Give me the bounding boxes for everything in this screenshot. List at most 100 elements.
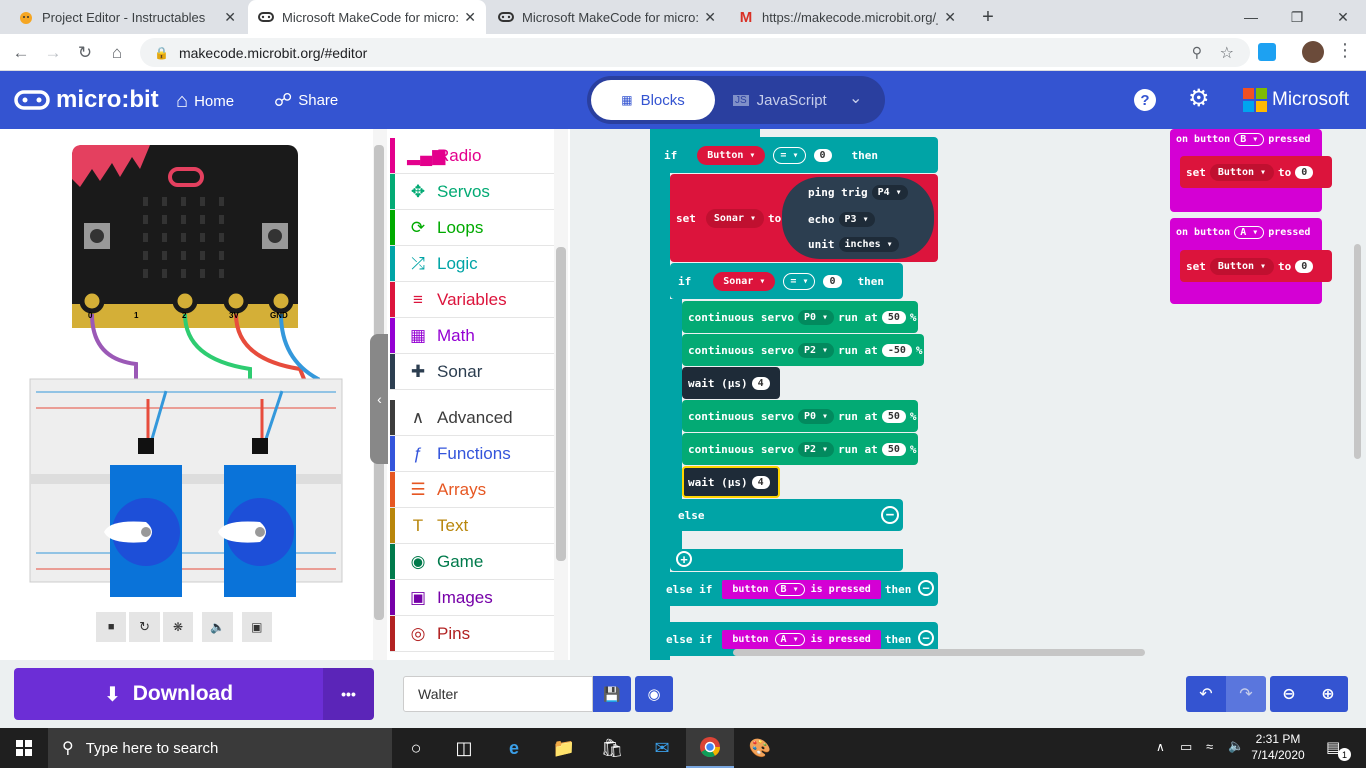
close-tab-icon[interactable]: ✕ [944, 9, 956, 26]
unit-dropdown[interactable]: inches ▾ [838, 237, 899, 252]
button-dropdown[interactable]: A ▾ [774, 632, 805, 646]
browser-tab-gmail[interactable]: M https://makecode.microbit.org/_l ✕ [728, 0, 966, 34]
gear-icon[interactable]: ⚙ [1188, 84, 1210, 113]
toolbox-category-advanced[interactable]: ∧ Advanced [390, 400, 554, 436]
button-dropdown[interactable]: A ▾ [1234, 226, 1265, 239]
remove-else-if-icon[interactable]: − [918, 630, 934, 646]
servo-pin-dropdown[interactable]: P0 ▾ [797, 309, 835, 325]
cortana-icon[interactable]: ○ [392, 728, 440, 768]
number-input[interactable]: 0 [813, 148, 832, 162]
back-icon[interactable]: ← [8, 40, 34, 66]
home-icon[interactable]: ⌂ [104, 40, 130, 66]
servo-pin-dropdown[interactable]: P2 ▾ [797, 441, 835, 457]
profile-avatar[interactable] [1302, 41, 1324, 63]
chevron-down-icon[interactable]: ⌄ [849, 88, 862, 108]
home-button[interactable]: ⌂ Home [176, 90, 234, 113]
minimize-icon[interactable]: — [1228, 0, 1274, 34]
zoom-out-icon[interactable]: ⊖ [1270, 676, 1308, 712]
store-icon[interactable]: 🛍 [588, 728, 636, 768]
share-button[interactable]: ☍ Share [274, 90, 338, 111]
system-clock[interactable]: 2:31 PM 7/14/2020 [1246, 731, 1310, 763]
remove-else-if-icon[interactable]: − [918, 580, 934, 596]
browser-tab-makecode[interactable]: Microsoft MakeCode for micro:bi ✕ [488, 0, 726, 34]
close-window-icon[interactable]: ✕ [1320, 0, 1366, 34]
pin-dropdown[interactable]: P3 ▾ [838, 212, 875, 227]
toolbox-category-radio[interactable]: ▂▄▆ Radio [390, 138, 554, 174]
reload-icon[interactable]: ↻ [72, 40, 98, 66]
add-else-icon[interactable]: + [676, 551, 692, 567]
toolbox-category-loops[interactable]: ⟳ Loops [390, 210, 554, 246]
sonar-ping-block[interactable]: ping trig P4 ▾ echo P3 ▾ unit inches ▾ [782, 177, 934, 259]
button-dropdown[interactable]: B ▾ [1234, 133, 1265, 146]
speed-input[interactable]: 50 [881, 409, 906, 423]
continuous-servo-block[interactable]: continuous servo P0 ▾ run at 50 % [682, 400, 918, 432]
operator-dropdown[interactable]: = ▾ [783, 272, 816, 290]
toolbox-category-text[interactable]: T Text [390, 508, 554, 544]
toolbox-scrollbar-thumb[interactable] [556, 247, 566, 561]
download-button[interactable]: ⬇ Download [14, 668, 323, 720]
pin-dropdown[interactable]: P4 ▾ [871, 185, 908, 200]
volume-icon[interactable]: 🔈 [202, 612, 233, 642]
file-explorer-icon[interactable]: 📁 [540, 728, 588, 768]
toolbox-category-servos[interactable]: ✥ Servos [390, 174, 554, 210]
vertical-scrollbar[interactable] [1354, 244, 1361, 459]
debug-icon[interactable]: ❋ [162, 612, 194, 642]
project-name-input[interactable]: Walter [403, 676, 593, 712]
close-tab-icon[interactable]: ✕ [704, 9, 716, 26]
toolbox-category-game[interactable]: ◉ Game [390, 544, 554, 580]
browser-menu-icon[interactable]: ⋮ [1336, 40, 1354, 61]
speed-input[interactable]: -50 [881, 343, 912, 357]
volume-tray-icon[interactable]: 🔈 [1228, 738, 1244, 754]
maximize-icon[interactable]: ❐ [1274, 0, 1320, 34]
zoom-in-icon[interactable]: ⊕ [1308, 676, 1348, 712]
toolbox-category-pins[interactable]: ◎ Pins [390, 616, 554, 652]
wait-block-selected[interactable]: wait (µs) 4 [682, 466, 780, 498]
help-icon[interactable]: ? [1134, 89, 1156, 111]
button-pressed-block[interactable]: button A ▾ is pressed [722, 629, 881, 649]
redo-icon[interactable]: ↷ [1226, 676, 1266, 712]
close-tab-icon[interactable]: ✕ [224, 9, 236, 26]
horizontal-scrollbar[interactable] [733, 649, 1145, 656]
undo-icon[interactable]: ↶ [1186, 676, 1226, 712]
wait-input[interactable]: 4 [751, 475, 770, 489]
toolbox-category-arrays[interactable]: ☰ Arrays [390, 472, 554, 508]
windows-start-icon[interactable] [0, 728, 48, 768]
browser-tab-makecode-active[interactable]: Microsoft MakeCode for micro:bi ✕ [248, 0, 486, 34]
microsoft-logo[interactable]: Microsoft [1243, 88, 1349, 112]
chrome-icon[interactable] [686, 728, 734, 768]
if-block-sonar[interactable]: if Sonar ▾ = ▾ 0 then [670, 263, 903, 299]
servo-pin-dropdown[interactable]: P2 ▾ [797, 342, 835, 358]
restart-icon[interactable]: ↻ [129, 612, 160, 642]
microbit-logo[interactable]: micro:bit [14, 86, 159, 114]
show-hidden-icons[interactable]: ∧ [1156, 740, 1165, 754]
download-more-button[interactable]: ••• [323, 668, 374, 720]
bookmark-star-icon[interactable]: ☆ [1220, 43, 1234, 63]
wifi-icon[interactable]: ≈ [1206, 739, 1213, 754]
if-block-button[interactable]: if Button ▾ = ▾ 0 then [658, 137, 938, 173]
variable-dropdown[interactable]: Sonar ▾ [713, 271, 776, 291]
continuous-servo-block[interactable]: continuous servo P0 ▾ run at 50 % [682, 301, 918, 333]
button-dropdown[interactable]: B ▾ [774, 582, 805, 596]
wait-input[interactable]: 4 [751, 376, 770, 390]
browser-tab-instructables[interactable]: Project Editor - Instructables ✕ [8, 0, 246, 34]
new-tab-button[interactable]: + [975, 4, 1001, 30]
fullscreen-icon[interactable]: ▣ [241, 612, 273, 642]
toolbox-category-images[interactable]: ▣ Images [390, 580, 554, 616]
remove-else-icon[interactable]: − [881, 506, 899, 524]
continuous-servo-block[interactable]: continuous servo P2 ▾ run at 50 % [682, 433, 918, 465]
set-button-block[interactable]: set Button ▾ to 0 [1180, 250, 1332, 282]
battery-icon[interactable]: ▭ [1180, 739, 1192, 755]
taskbar-search-box[interactable]: ⚲ Type here to search [48, 728, 392, 768]
on-button-b-block[interactable]: on button B ▾ pressed set Button ▾ to 0 [1170, 129, 1332, 212]
else-block[interactable]: else − [670, 499, 903, 531]
variable-dropdown[interactable]: Button ▾ [1209, 257, 1275, 275]
task-view-icon[interactable]: ◫ [440, 728, 488, 768]
mail-icon[interactable]: ✉ [638, 728, 686, 768]
variable-dropdown[interactable]: Button ▾ [1209, 163, 1275, 181]
toolbox-category-variables[interactable]: ≡ Variables [390, 282, 554, 318]
save-icon[interactable]: 💾 [593, 676, 631, 712]
paint-icon[interactable]: 🎨 [736, 728, 784, 768]
value-input[interactable]: 0 [1295, 165, 1314, 179]
button-pressed-block[interactable]: button B ▾ is pressed [722, 579, 881, 599]
operator-dropdown[interactable]: = ▾ [773, 146, 806, 164]
